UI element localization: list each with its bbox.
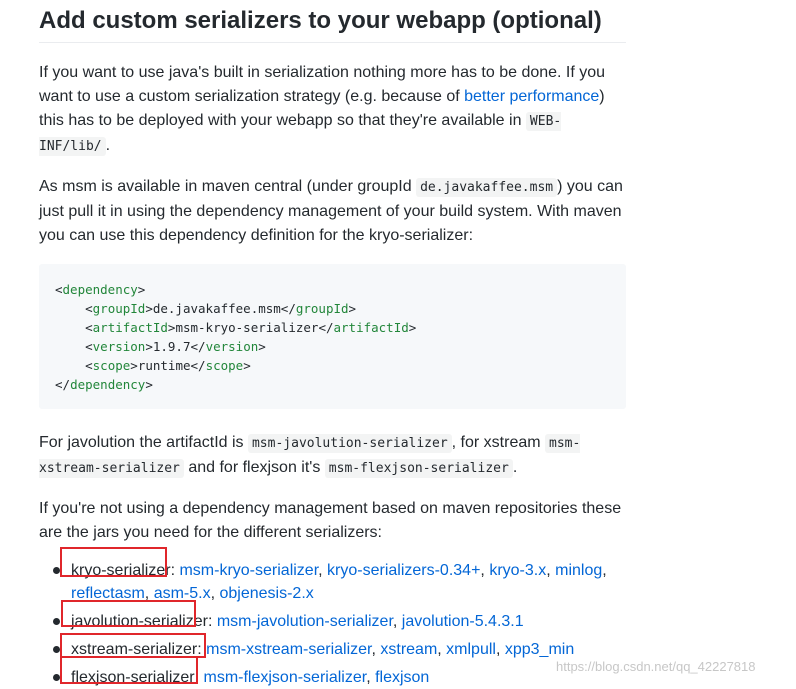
jar-link[interactable]: javolution-5.4.3.1 <box>402 613 524 630</box>
intro-paragraph: If you want to use java's built in seria… <box>39 64 606 156</box>
jar-link[interactable]: flexjson <box>375 669 429 686</box>
better-performance-link[interactable]: better performance <box>464 88 599 105</box>
highlight-box-flexjson <box>60 656 198 684</box>
jar-link[interactable]: msm-javolution-serializer <box>217 613 393 630</box>
highlight-box-javolution <box>61 600 196 627</box>
bullet-icon <box>53 674 60 681</box>
jar-link[interactable]: objenesis-2.x <box>219 585 313 602</box>
inline-code-javolution: msm-javolution-serializer <box>247 434 452 453</box>
readme-section: Add custom serializers to your webapp (o… <box>39 0 626 689</box>
dependency-code-block: <dependency> <groupId>de.javakaffee.msm<… <box>39 264 626 409</box>
jar-link[interactable]: minlog <box>555 562 602 579</box>
jar-link[interactable]: kryo-serializers-0.34+ <box>327 562 480 579</box>
jar-link[interactable]: msm-flexjson-serializer <box>203 669 366 686</box>
inline-code-groupid: de.javakaffee.msm <box>416 178 558 197</box>
maven-paragraph: As msm is available in maven central (un… <box>39 178 623 244</box>
jar-link[interactable]: xpp3_min <box>505 641 574 658</box>
bullet-icon <box>53 567 60 574</box>
artifact-id-paragraph: For javolution the artifactId is msm-jav… <box>39 434 581 478</box>
section-heading: Add custom serializers to your webapp (o… <box>39 0 626 43</box>
highlight-box-kryo <box>60 547 167 577</box>
jar-link[interactable]: xstream <box>380 641 437 658</box>
jar-link[interactable]: kryo-3.x <box>489 562 546 579</box>
bullet-icon <box>53 618 60 625</box>
jar-link[interactable]: msm-xstream-serializer <box>206 641 371 658</box>
bullet-icon <box>53 646 60 653</box>
inline-code-flexjson: msm-flexjson-serializer <box>324 459 513 478</box>
jar-link[interactable]: msm-kryo-serializer <box>179 562 318 579</box>
jar-link[interactable]: xmlpull <box>446 641 496 658</box>
highlight-box-xstream <box>60 633 206 658</box>
jars-paragraph: If you're not using a dependency managem… <box>39 500 622 541</box>
watermark: https://blog.csdn.net/qq_42227818 <box>556 659 756 674</box>
